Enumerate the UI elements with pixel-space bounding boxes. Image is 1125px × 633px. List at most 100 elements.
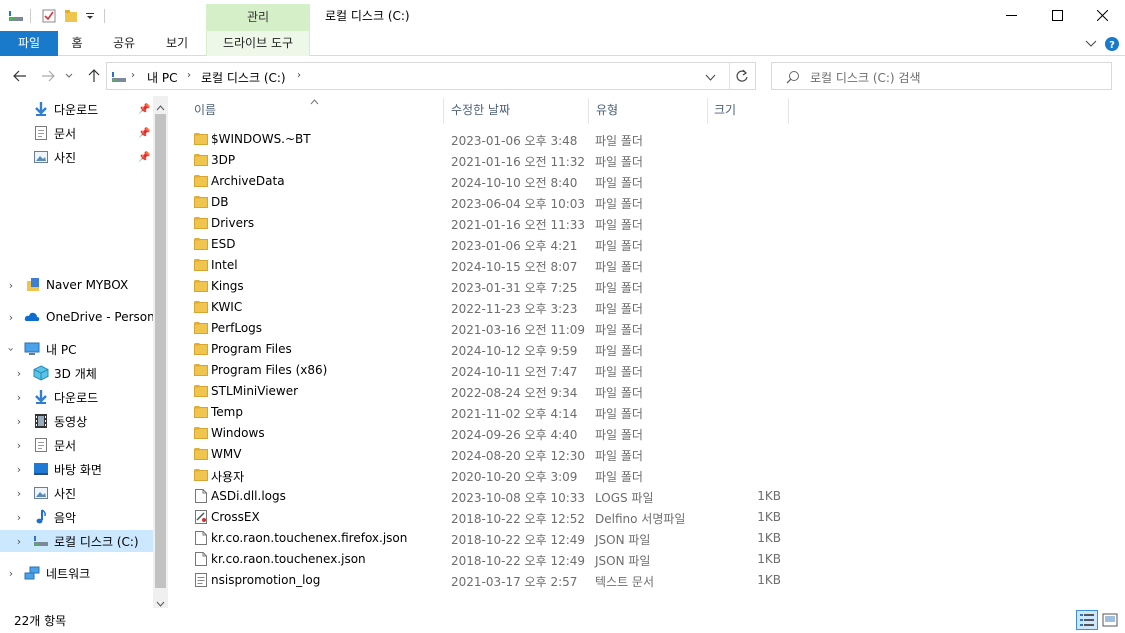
column-divider[interactable] [788, 98, 789, 124]
nav-3d-objects[interactable]: › 3D 개체 [0, 362, 153, 384]
chevron-right-icon[interactable]: › [12, 415, 26, 428]
tab-home[interactable]: 홈 [58, 31, 96, 56]
details-view-button[interactable] [1076, 610, 1098, 630]
chevron-right-icon[interactable]: › [12, 511, 26, 524]
nav-local-disk[interactable]: › 로컬 디스크 (C:) [0, 530, 153, 552]
chevron-down-icon[interactable]: › [5, 342, 18, 356]
navigation-scrollbar[interactable] [153, 96, 168, 608]
column-header-date[interactable]: 수정한 날짜 [451, 98, 587, 122]
file-row[interactable]: Drivers 2021-01-16 오전 11:33 파일 폴더 [190, 213, 790, 234]
file-row[interactable]: PerfLogs 2021-03-16 오전 11:09 파일 폴더 [190, 318, 790, 339]
nav-onedrive[interactable]: › OneDrive - Persona [0, 306, 153, 328]
pin-icon[interactable]: 📌 [138, 104, 150, 115]
column-header-name[interactable]: 이름 [194, 98, 442, 122]
forward-button[interactable] [38, 66, 58, 86]
manage-context-tab[interactable]: 관리 [206, 4, 310, 31]
new-folder-icon[interactable] [64, 6, 80, 26]
column-header-size[interactable]: 크기 [714, 98, 788, 122]
nav-naver-mybox[interactable]: › Naver MYBOX [0, 274, 153, 296]
file-row[interactable]: DB 2023-06-04 오후 10:03 파일 폴더 [190, 192, 790, 213]
up-button[interactable] [84, 66, 104, 86]
nav-downloads[interactable]: › 다운로드 [0, 386, 153, 408]
file-row[interactable]: kr.co.raon.touchenex.json 2018-10-22 오후 1… [190, 549, 790, 570]
chevron-right-icon[interactable]: › [12, 535, 26, 548]
file-row[interactable]: KWIC 2022-11-23 오후 3:23 파일 폴더 [190, 297, 790, 318]
file-row[interactable]: Intel 2024-10-15 오전 8:07 파일 폴더 [190, 255, 790, 276]
nav-quick-documents[interactable]: 문서 📌 [0, 122, 153, 144]
file-row[interactable]: 3DP 2021-01-16 오전 11:32 파일 폴더 [190, 150, 790, 171]
tab-view[interactable]: 보기 [155, 31, 199, 56]
nav-desktop[interactable]: › 바탕 화면 [0, 458, 153, 480]
expand-ribbon-button[interactable] [1084, 36, 1098, 52]
close-button[interactable] [1079, 0, 1125, 31]
breadcrumb-separator-icon[interactable]: › [187, 70, 191, 81]
network-icon [24, 566, 40, 580]
file-date: 2021-03-16 오전 11:09 [451, 323, 586, 337]
file-row[interactable]: Windows 2024-09-26 오후 4:40 파일 폴더 [190, 423, 790, 444]
chevron-right-icon[interactable]: › [12, 391, 26, 404]
minimize-button[interactable] [988, 0, 1034, 31]
chevron-right-icon[interactable]: › [12, 487, 26, 500]
chevron-right-icon[interactable]: › [4, 567, 18, 580]
nav-music[interactable]: › 음악 [0, 506, 153, 528]
help-button[interactable]: ? [1104, 36, 1120, 52]
column-header-type[interactable]: 유형 [596, 98, 706, 122]
file-row[interactable]: Kings 2023-01-31 오후 7:25 파일 폴더 [190, 276, 790, 297]
chevron-right-icon[interactable]: › [12, 439, 26, 452]
chevron-right-icon[interactable]: › [12, 463, 26, 476]
file-row[interactable]: CrossEX 2018-10-22 오후 12:52 Delfino 서명파일 1K… [190, 507, 790, 528]
chevron-right-icon[interactable]: › [4, 311, 18, 324]
tab-drive-tools[interactable]: 드라이브 도구 [206, 31, 310, 56]
drive-icon[interactable] [8, 6, 26, 26]
nav-my-pc[interactable]: › 내 PC [0, 338, 153, 360]
chevron-right-icon[interactable]: › [12, 367, 26, 380]
nav-videos[interactable]: › 동영상 [0, 410, 153, 432]
pin-icon[interactable]: 📌 [138, 128, 150, 139]
refresh-button[interactable] [735, 69, 749, 86]
column-divider[interactable] [443, 98, 444, 124]
file-row[interactable]: kr.co.raon.touchenex.firefox.json 2018-10… [190, 528, 790, 549]
file-row[interactable]: Program Files 2024-10-12 오후 9:59 파일 폴더 [190, 339, 790, 360]
nav-quick-downloads[interactable]: 다운로드 📌 [0, 98, 153, 120]
file-date: 2023-10-08 오후 10:33 [451, 491, 586, 505]
pin-icon[interactable]: 📌 [138, 152, 150, 163]
column-divider[interactable] [588, 98, 589, 124]
file-row[interactable]: ArchiveData 2024-10-10 오전 8:40 파일 폴더 [190, 171, 790, 192]
back-button[interactable] [10, 66, 30, 86]
file-row[interactable]: WMV 2024-08-20 오후 12:30 파일 폴더 [190, 444, 790, 465]
tab-file[interactable]: 파일 [0, 31, 58, 56]
maximize-button[interactable] [1034, 0, 1080, 31]
nav-network[interactable]: › 네트워크 [0, 562, 153, 584]
folder-icon [194, 132, 208, 146]
large-icons-view-button[interactable] [1099, 610, 1121, 630]
chevron-right-icon[interactable]: › [4, 279, 18, 292]
file-row[interactable]: Program Files (x86) 2024-10-11 오전 7:47 파일 … [190, 360, 790, 381]
address-history-dropdown[interactable] [705, 71, 716, 85]
file-row[interactable]: 사용자 2020-10-20 오후 3:09 파일 폴더 [190, 465, 790, 486]
file-row[interactable]: Temp 2021-11-02 오후 4:14 파일 폴더 [190, 402, 790, 423]
chevron-up-icon[interactable] [156, 100, 165, 114]
nav-documents[interactable]: › 문서 [0, 434, 153, 456]
breadcrumb-my-pc[interactable]: 내 PC [147, 69, 177, 86]
recent-locations-button[interactable] [62, 66, 76, 86]
file-row[interactable]: ASDi.dll.logs 2023-10-08 오후 10:33 LOGS 파일 1… [190, 486, 790, 507]
column-divider[interactable] [707, 98, 708, 124]
file-name: nsispromotion_log [211, 573, 321, 587]
file-row[interactable]: ESD 2023-01-06 오후 4:21 파일 폴더 [190, 234, 790, 255]
nav-pictures[interactable]: › 사진 [0, 482, 153, 504]
breadcrumb-separator-icon[interactable]: › [131, 70, 135, 81]
file-row[interactable]: STLMiniViewer 2022-08-24 오전 9:34 파일 폴더 [190, 381, 790, 402]
breadcrumb-separator-icon[interactable]: › [297, 70, 301, 81]
chevron-down-icon[interactable] [156, 596, 165, 610]
customize-toolbar-icon[interactable] [85, 6, 97, 26]
properties-check-icon[interactable] [42, 6, 58, 26]
search-input[interactable]: 로컬 디스크 (C:) 검색 [771, 62, 1112, 90]
nav-quick-pictures[interactable]: 사진 📌 [0, 146, 153, 168]
tab-share[interactable]: 공유 [104, 31, 144, 56]
file-row[interactable]: nsispromotion_log 2021-03-17 오후 2:57 텍스트 문… [190, 570, 790, 591]
file-row[interactable]: $WINDOWS.~BT 2023-01-06 오후 3:48 파일 폴더 [190, 129, 790, 150]
file-size: 1KB [757, 531, 781, 545]
scrollbar-thumb[interactable] [155, 114, 166, 588]
breadcrumb-local-disk[interactable]: 로컬 디스크 (C:) [201, 69, 286, 86]
address-bar[interactable]: › 내 PC › 로컬 디스크 (C:) › [106, 62, 756, 90]
